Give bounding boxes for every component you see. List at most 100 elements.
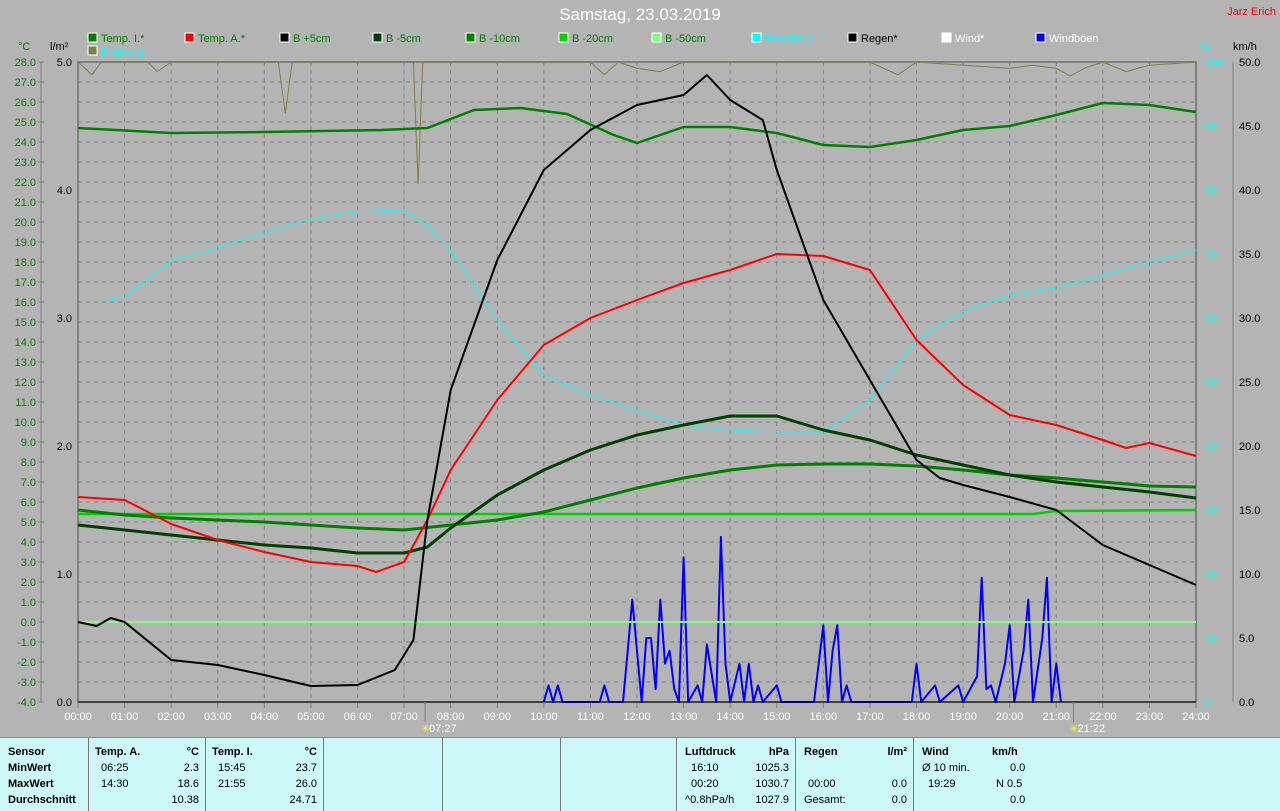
temp-a-max-time: 14:30: [101, 778, 129, 790]
statistics-panel: Sensor MinWert MaxWert Durchschnitt Temp…: [0, 737, 1280, 811]
legend-swatch: [184, 32, 195, 43]
chart-title: Samstag, 23.03.2019: [559, 5, 721, 24]
x-tick-label: 14:00: [716, 711, 744, 723]
rain-tick-label: 5.0: [57, 57, 72, 69]
wind-tick-label: 25.0: [1239, 377, 1260, 389]
series-line-temp-a-: [77, 253, 1197, 573]
temp-axis-label: °C: [18, 41, 30, 53]
series-line-b-5cm: [77, 414, 1197, 555]
temp-a-unit: °C: [186, 746, 199, 758]
max-label: MaxWert: [8, 778, 54, 790]
temp-tick-label: -3.0: [17, 677, 36, 689]
pressure-min: 1025.3: [755, 762, 789, 774]
legend-label: Wind*: [955, 33, 985, 45]
temp-tick-label: -4.0: [17, 697, 36, 709]
temp-tick-label: 3.0: [21, 557, 36, 569]
wind-tick-label: 15.0: [1239, 505, 1260, 517]
humidity-tick-label: 90: [1205, 121, 1217, 133]
temp-tick-label: 16.0: [15, 297, 36, 309]
rain-max: 0.0: [891, 778, 907, 790]
wind-tick-label: 10.0: [1239, 569, 1260, 581]
x-tick-label: 09:00: [483, 711, 511, 723]
temp-tick-label: -1.0: [17, 637, 36, 649]
temp-tick-label: 28.0: [15, 57, 36, 69]
temp-a-avg: 10.38: [171, 794, 199, 806]
x-tick-label: 00:00: [64, 711, 92, 723]
legend-swatch: [372, 32, 383, 43]
legend-swatch: [465, 32, 476, 43]
rain-tick-label: 3.0: [57, 313, 72, 325]
stats-empty-2: [442, 738, 561, 811]
temp-i-min-time: 15:45: [218, 762, 246, 774]
temp-a-title: Temp. A.: [95, 746, 141, 758]
temp-tick-label: 26.0: [15, 97, 36, 109]
legend-swatch: [847, 32, 858, 43]
temp-i-max-time: 21:55: [218, 778, 246, 790]
legend-label: Feuchte A. *: [765, 33, 826, 45]
legend-swatch: [87, 32, 98, 43]
x-tick-label: 02:00: [157, 711, 185, 723]
series-line-feuchte-a-: [101, 209, 1197, 433]
legend-swatch: [558, 32, 569, 43]
x-tick-label: 07:00: [390, 711, 418, 723]
x-tick-label: 18:00: [903, 711, 931, 723]
stats-rain: Regen l/m² 00:00 0.0 Gesamt: 0.0: [795, 738, 913, 811]
wind-title: Wind: [922, 746, 949, 758]
x-tick-label: 23:00: [1136, 711, 1164, 723]
x-tick-label: 15:00: [763, 711, 791, 723]
temp-tick-label: 22.0: [15, 177, 36, 189]
wind-avg10-label: Ø 10 min.: [922, 762, 970, 774]
humidity-tick-label: 0: [1205, 697, 1211, 709]
legend-label: Empfang: [101, 46, 145, 58]
x-tick-label: 10:00: [530, 711, 558, 723]
avg-label: Durchschnitt: [8, 794, 76, 806]
wind-tick-label: 50.0: [1239, 57, 1260, 69]
temp-tick-label: -2.0: [17, 657, 36, 669]
temp-tick-label: 20.0: [15, 217, 36, 229]
x-tick-label: 08:00: [437, 711, 465, 723]
temp-tick-label: 14.0: [15, 337, 36, 349]
x-tick-label: 03:00: [204, 711, 232, 723]
pressure-min-time: 16:10: [691, 762, 719, 774]
author-label: Jarz Erich: [1227, 6, 1276, 18]
temp-tick-label: 15.0: [15, 317, 36, 329]
pressure-avg: 1027.9: [755, 794, 789, 806]
rain-axis-label: l/m²: [50, 41, 69, 53]
temp-i-unit: °C: [304, 746, 317, 758]
temp-tick-label: 0.0: [21, 617, 36, 629]
temp-tick-label: 24.0: [15, 137, 36, 149]
temp-tick-label: 25.0: [15, 117, 36, 129]
rain-tick-label: 4.0: [57, 185, 72, 197]
temp-tick-label: 17.0: [15, 277, 36, 289]
stats-empty-3: [560, 738, 677, 811]
rain-tick-label: 2.0: [57, 441, 72, 453]
legend-swatch: [751, 32, 762, 43]
legend-label: B +5cm: [293, 33, 331, 45]
legend-label: B -50cm: [665, 33, 706, 45]
temp-i-title: Temp. I.: [212, 746, 253, 758]
humidity-tick-label: 100: [1205, 57, 1223, 69]
temp-a-min: 2.3: [183, 762, 199, 774]
sun-marker-label: 21:22: [1077, 723, 1105, 735]
legend-swatch: [941, 32, 952, 43]
temp-i-avg: 24.71: [289, 794, 317, 806]
stats-temp-a: Temp. A. °C 06:25 2.3 14:30 18.6 10.38: [88, 738, 205, 811]
humidity-tick-label: 70: [1205, 249, 1217, 261]
legend-swatch: [1035, 32, 1046, 43]
x-tick-label: 04:00: [251, 711, 279, 723]
pressure-max-time: 00:20: [691, 778, 719, 790]
stats-pressure: Luftdruck hPa 16:10 1025.3 00:20 1030.7 …: [676, 738, 795, 811]
legend-label: B -10cm: [479, 33, 520, 45]
temp-tick-label: 23.0: [15, 157, 36, 169]
legend-label: Windböen: [1049, 33, 1099, 45]
rain-title: Regen: [804, 746, 838, 758]
x-tick-label: 24:00: [1182, 711, 1210, 723]
stats-wind: Wind km/h Ø 10 min. 0.0 19:29 N 0.5 0.0: [913, 738, 1030, 811]
temp-i-min: 23.7: [295, 762, 317, 774]
wind-tick-label: 0.0: [1239, 697, 1254, 709]
rain-total-label: Gesamt:: [804, 794, 846, 806]
temp-tick-label: 11.0: [15, 397, 36, 409]
humidity-tick-label: 80: [1205, 185, 1217, 197]
wind-tick-label: 20.0: [1239, 441, 1260, 453]
legend-swatch: [651, 32, 662, 43]
